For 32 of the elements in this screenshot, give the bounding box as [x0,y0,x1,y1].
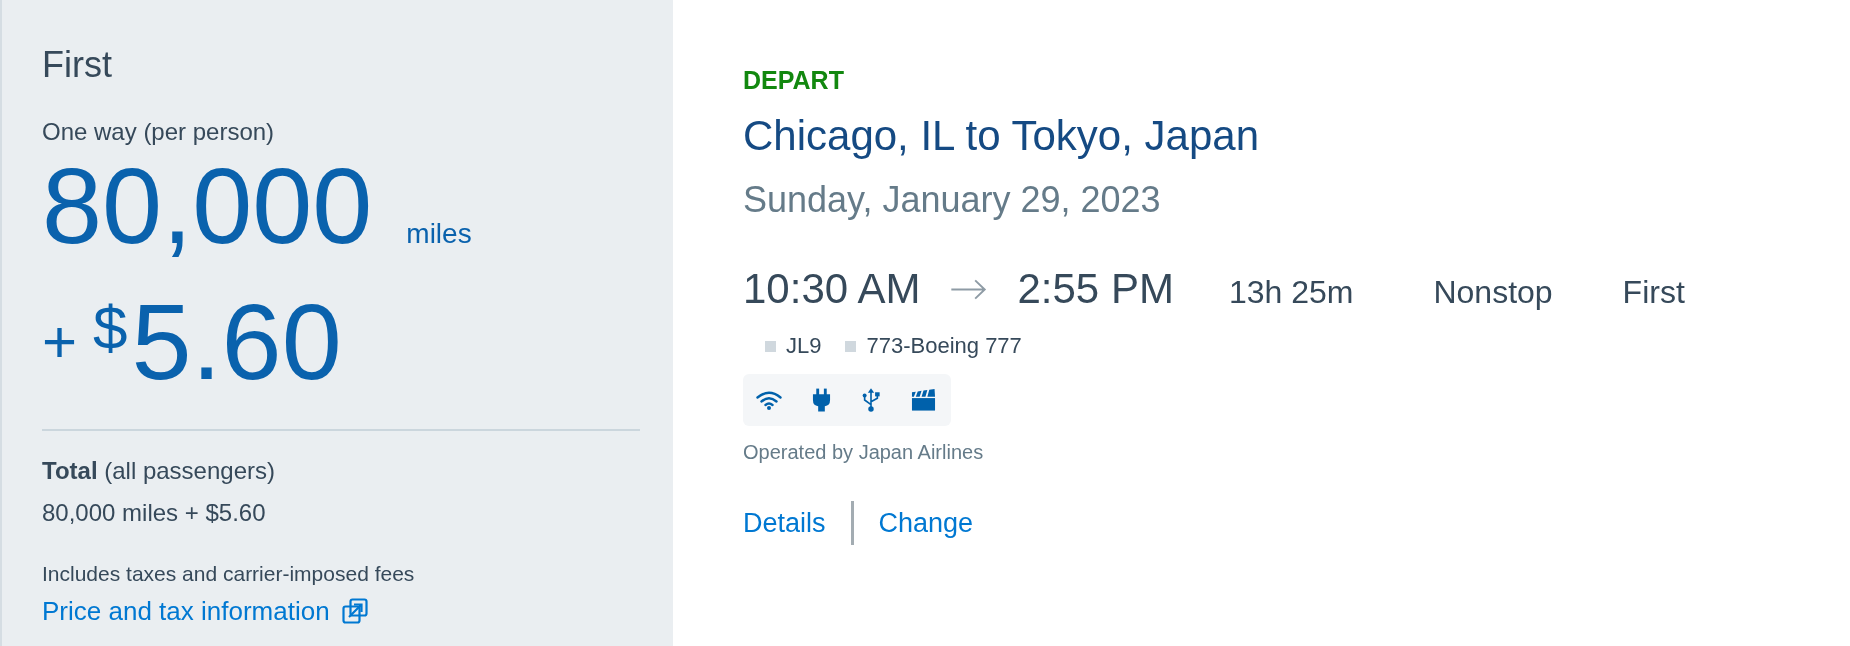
aircraft-type: 773-Boeing 777 [866,332,1022,360]
arrow-icon [950,278,988,300]
trip-type: One way (per person) [42,118,275,146]
miles-amount: 80,000 [42,152,373,260]
plug-icon [812,388,831,412]
plus-sign: + [42,312,78,372]
stops-label: Nonstop [1433,273,1553,312]
departure-time: 10:30 AM [743,264,921,314]
currency-symbol: $ [93,297,128,359]
direction-label: DEPART [743,65,844,95]
fees-note: Includes taxes and carrier-imposed fees [42,561,415,587]
change-link[interactable]: Change [878,506,974,540]
usb-icon [861,388,881,412]
flight-date: Sunday, January 29, 2023 [743,178,1161,222]
price-tax-link[interactable]: Price and tax information [42,595,368,627]
flight-number: JL9 [786,332,822,360]
arrival-time: 2:55 PM [1017,264,1174,314]
total-value: 80,000 miles + $5.60 [42,498,266,528]
clapperboard-icon [911,388,936,412]
wifi-icon [756,390,782,410]
flight-duration: 13h 25m [1228,273,1354,312]
square-bullet-icon [845,340,857,352]
cabin-class: First [42,44,112,85]
route-title: Chicago, IL to Tokyo, Japan [743,111,1259,161]
square-bullet-icon [765,340,776,352]
cabin-label: First [1622,273,1685,312]
external-link-icon [341,598,368,624]
operator-note: Operated by Japan Airlines [743,440,984,464]
details-link[interactable]: Details [743,506,826,540]
total-label: Total (all passengers) [42,456,275,486]
miles-unit: miles [406,217,472,251]
cash-amount: 5.60 [131,288,342,396]
